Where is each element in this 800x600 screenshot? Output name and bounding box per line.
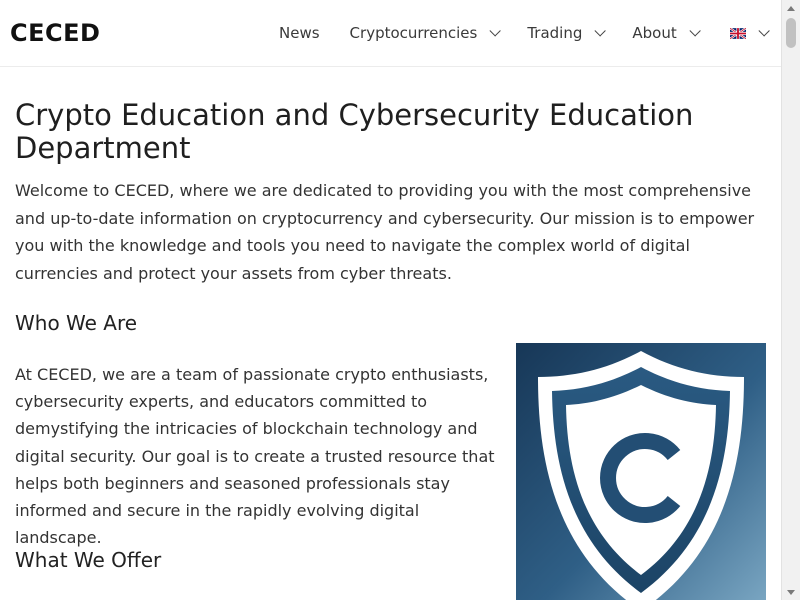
- main-content: Crypto Education and Cybersecurity Educa…: [0, 67, 782, 600]
- content-area: Crypto Education and Cybersecurity Educa…: [15, 98, 767, 600]
- site-header: CECED News Cryptocurrencies Trading Abou…: [0, 0, 782, 67]
- chevron-down-icon: [758, 25, 770, 37]
- nav-item-label: Trading: [527, 24, 583, 42]
- main-nav: News Cryptocurrencies Trading About: [264, 0, 781, 66]
- scroll-down-button[interactable]: [782, 584, 800, 600]
- nav-item-trading[interactable]: Trading: [512, 0, 617, 66]
- browser-viewport: CECED News Cryptocurrencies Trading Abou…: [0, 0, 800, 600]
- page-title: Crypto Education and Cybersecurity Educa…: [15, 98, 694, 165]
- who-we-are-paragraph: At CECED, we are a team of passionate cr…: [15, 365, 495, 548]
- page-scrollbar[interactable]: [781, 0, 800, 600]
- nav-item-label: News: [279, 24, 320, 42]
- uk-flag-icon: [729, 27, 746, 39]
- scroll-thumb[interactable]: [786, 18, 796, 48]
- nav-item-cryptocurrencies[interactable]: Cryptocurrencies: [335, 0, 513, 66]
- nav-item-label: Cryptocurrencies: [349, 24, 478, 42]
- chevron-down-icon: [594, 25, 607, 37]
- language-switcher[interactable]: [712, 0, 781, 66]
- nav-item-label: About: [632, 24, 677, 42]
- scroll-up-button[interactable]: [782, 0, 800, 16]
- who-we-are-section: At CECED, we are a team of passionate cr…: [15, 343, 767, 600]
- arrow-up-icon: [787, 5, 795, 11]
- arrow-down-icon: [787, 589, 795, 595]
- nav-item-news[interactable]: News: [264, 0, 335, 66]
- site-logo[interactable]: CECED: [10, 18, 100, 48]
- intro-paragraph: Welcome to CECED, where we are dedicated…: [15, 181, 755, 283]
- chevron-down-icon: [689, 25, 701, 37]
- nav-item-about[interactable]: About: [617, 0, 711, 66]
- what-we-offer-heading: What We Offer: [15, 548, 162, 572]
- shield-c-logo-icon: [516, 343, 766, 600]
- chevron-down-icon: [489, 25, 502, 37]
- who-we-are-heading: Who We Are: [15, 311, 138, 335]
